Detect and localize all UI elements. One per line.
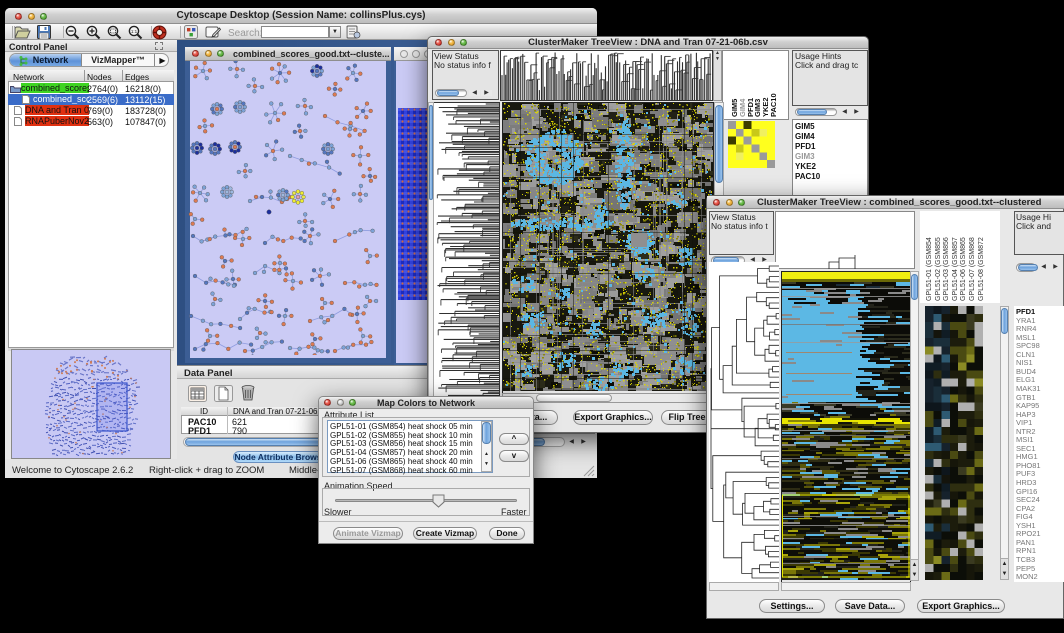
- svg-text:1:1: 1:1: [131, 29, 138, 34]
